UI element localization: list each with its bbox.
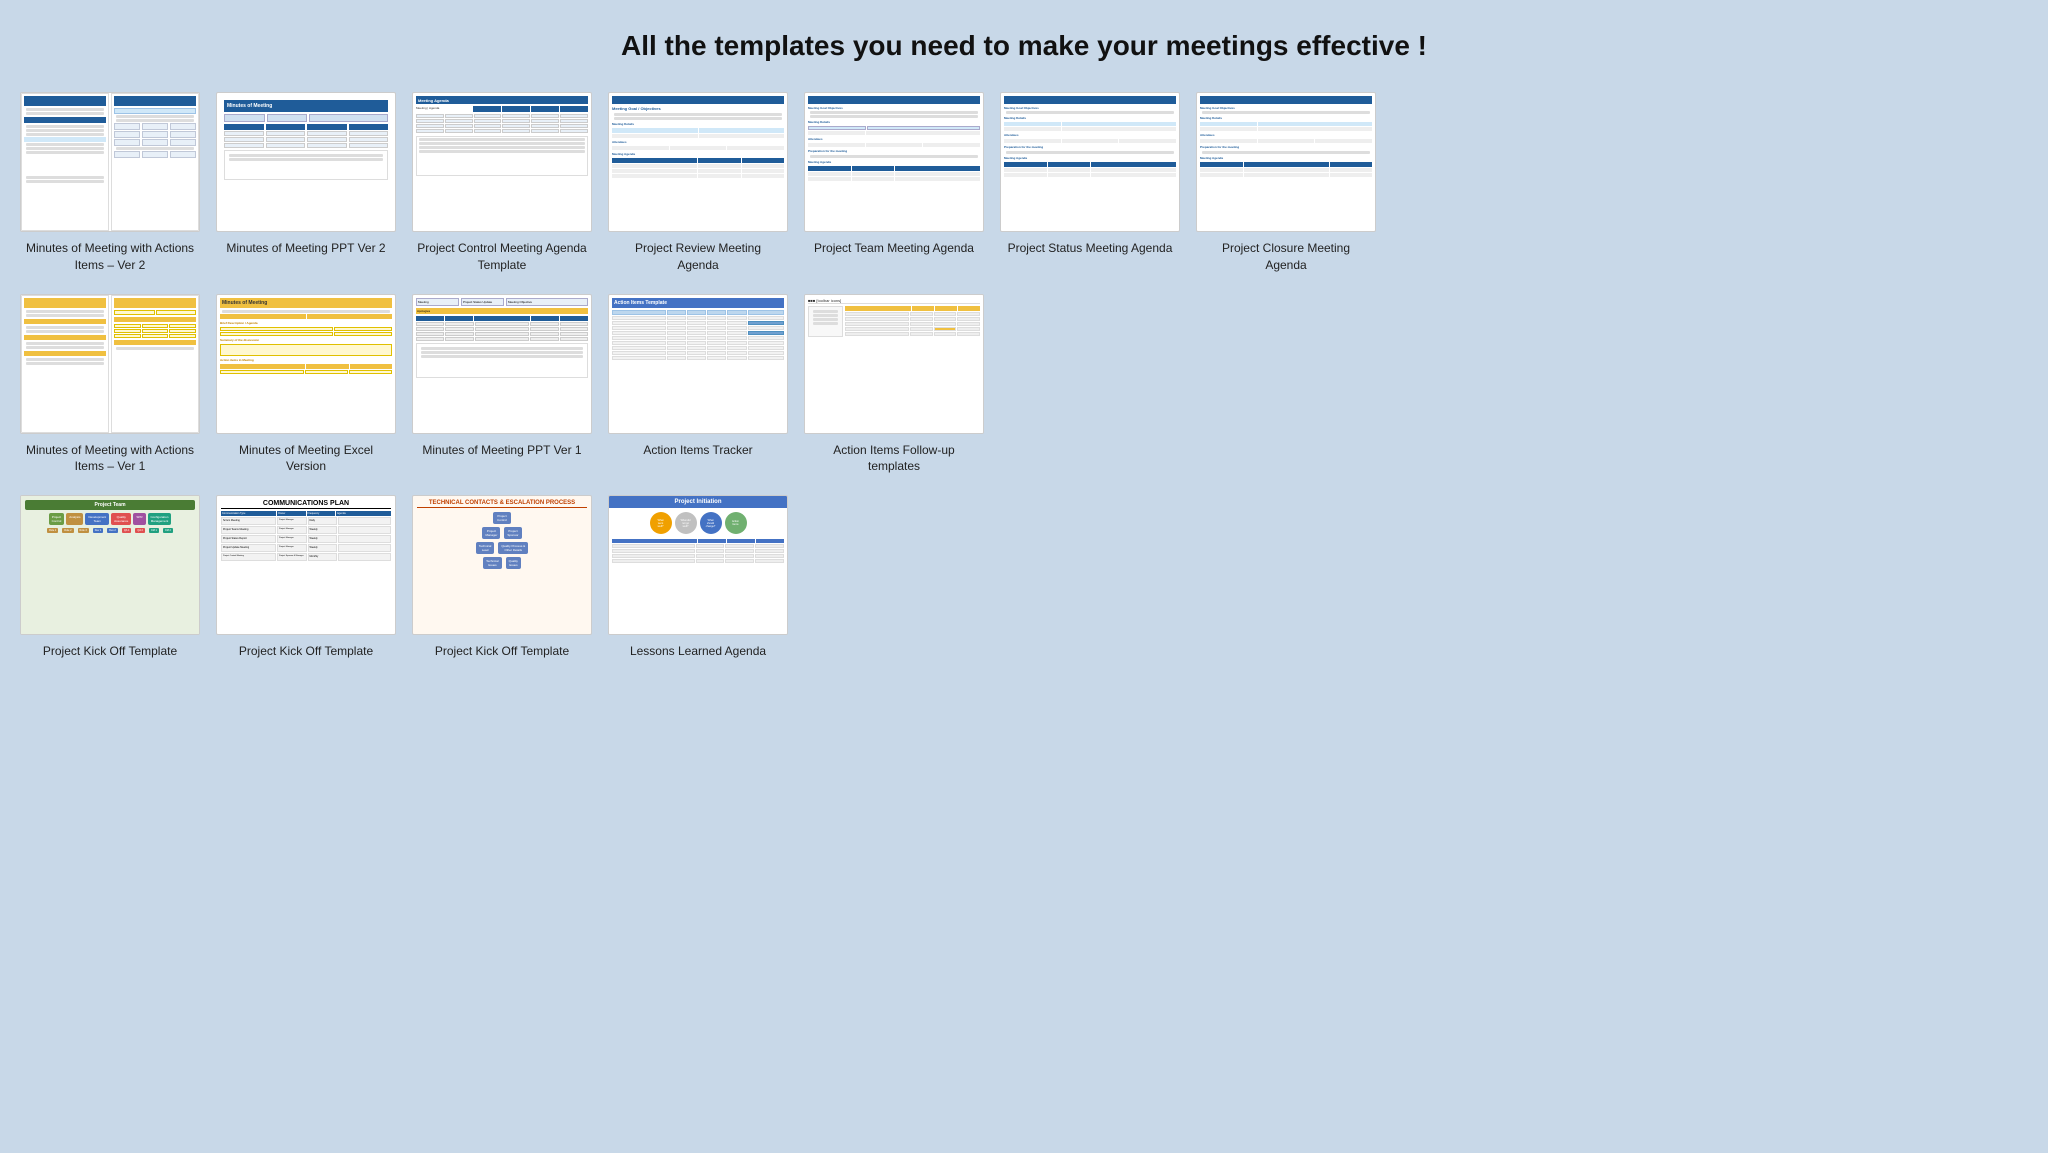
card-label-project-closure-agenda: Project Closure Meeting Agenda — [1201, 240, 1371, 274]
row-2: Minutes of Meeting with Actions Items – … — [20, 294, 2028, 476]
thumbnail-project-team-agenda: Meeting Goal Objectives Meeting Details … — [804, 92, 984, 232]
card-label-minutes-meeting-ver2: Minutes of Meeting with Actions Items – … — [25, 240, 195, 274]
card-mom-ppt-ver1[interactable]: Meeting Project Status Update Meeting Ob… — [412, 294, 592, 476]
card-label-mom-ppt-ver1: Minutes of Meeting PPT Ver 1 — [422, 442, 581, 459]
thumbnail-lessons-learned: Project Initiation Whatwentwell? What di… — [608, 495, 788, 635]
thumbnail-project-closure-agenda: Meeting Goal Objectives Meeting Details … — [1196, 92, 1376, 232]
card-project-control-agenda[interactable]: Meeting Agenda Meeting | Agenda — [412, 92, 592, 274]
card-label-mom-excel: Minutes of Meeting Excel Version — [221, 442, 391, 476]
page-title: All the templates you need to make your … — [20, 20, 2028, 72]
card-label-project-team-agenda: Project Team Meeting Agenda — [814, 240, 974, 257]
row-1: Minutes of Meeting with Actions Items – … — [20, 92, 2028, 274]
card-kickoff-org[interactable]: Project Team ProjectControl Analysis Dev… — [20, 495, 200, 660]
thumbnail-action-items-tracker: Action Items Template — [608, 294, 788, 434]
thumbnail-kickoff-org: Project Team ProjectControl Analysis Dev… — [20, 495, 200, 635]
card-mom-excel[interactable]: Minutes of Meeting Brief Description / A… — [216, 294, 396, 476]
card-project-review-agenda[interactable]: Meeting Goal / Objectives Meeting Detail… — [608, 92, 788, 274]
card-minutes-meeting-ver2[interactable]: Minutes of Meeting with Actions Items – … — [20, 92, 200, 274]
card-label-mom-ppt-ver2: Minutes of Meeting PPT Ver 2 — [226, 240, 385, 257]
card-label-kickoff-escalation: Project Kick Off Template — [435, 643, 569, 660]
template-grid: Minutes of Meeting with Actions Items – … — [20, 92, 2028, 660]
thumbnail-kickoff-comms: COMMUNICATIONS PLAN Communication Type O… — [216, 495, 396, 635]
thumbnail-action-followup: ■■■ [toolbar icons] — [804, 294, 984, 434]
card-label-lessons-learned: Lessons Learned Agenda — [630, 643, 766, 660]
thumbnail-project-review-agenda: Meeting Goal / Objectives Meeting Detail… — [608, 92, 788, 232]
card-action-followup[interactable]: ■■■ [toolbar icons] — [804, 294, 984, 476]
card-minutes-meeting-ver1[interactable]: Minutes of Meeting with Actions Items – … — [20, 294, 200, 476]
thumbnail-kickoff-escalation: TECHNICAL CONTACTS & ESCALATION PROCESS … — [412, 495, 592, 635]
thumbnail-mom-excel: Minutes of Meeting Brief Description / A… — [216, 294, 396, 434]
thumbnail-project-control-agenda: Meeting Agenda Meeting | Agenda — [412, 92, 592, 232]
card-label-action-items-tracker: Action Items Tracker — [643, 442, 752, 459]
card-label-minutes-meeting-ver1: Minutes of Meeting with Actions Items – … — [25, 442, 195, 476]
thumbnail-mom-ppt-ver1: Meeting Project Status Update Meeting Ob… — [412, 294, 592, 434]
card-label-action-followup: Action Items Follow-up templates — [809, 442, 979, 476]
card-project-team-agenda[interactable]: Meeting Goal Objectives Meeting Details … — [804, 92, 984, 274]
thumbnail-minutes-meeting-ver2 — [20, 92, 200, 232]
thumbnail-mom-ppt-ver2: Minutes of Meeting — [216, 92, 396, 232]
row-3: Project Team ProjectControl Analysis Dev… — [20, 495, 2028, 660]
card-mom-ppt-ver2[interactable]: Minutes of Meeting — [216, 92, 396, 274]
card-kickoff-escalation[interactable]: TECHNICAL CONTACTS & ESCALATION PROCESS … — [412, 495, 592, 660]
card-label-project-review-agenda: Project Review Meeting Agenda — [613, 240, 783, 274]
card-label-project-status-agenda: Project Status Meeting Agenda — [1008, 240, 1173, 257]
card-label-kickoff-comms: Project Kick Off Template — [239, 643, 373, 660]
card-action-items-tracker[interactable]: Action Items Template — [608, 294, 788, 476]
card-label-kickoff-org: Project Kick Off Template — [43, 643, 177, 660]
card-label-project-control-agenda: Project Control Meeting Agenda Template — [417, 240, 587, 274]
thumbnail-minutes-meeting-ver1 — [20, 294, 200, 434]
card-project-status-agenda[interactable]: Meeting Goal Objectives Meeting Details … — [1000, 92, 1180, 274]
card-lessons-learned[interactable]: Project Initiation Whatwentwell? What di… — [608, 495, 788, 660]
card-kickoff-comms[interactable]: COMMUNICATIONS PLAN Communication Type O… — [216, 495, 396, 660]
card-project-closure-agenda[interactable]: Meeting Goal Objectives Meeting Details … — [1196, 92, 1376, 274]
thumbnail-project-status-agenda: Meeting Goal Objectives Meeting Details … — [1000, 92, 1180, 232]
